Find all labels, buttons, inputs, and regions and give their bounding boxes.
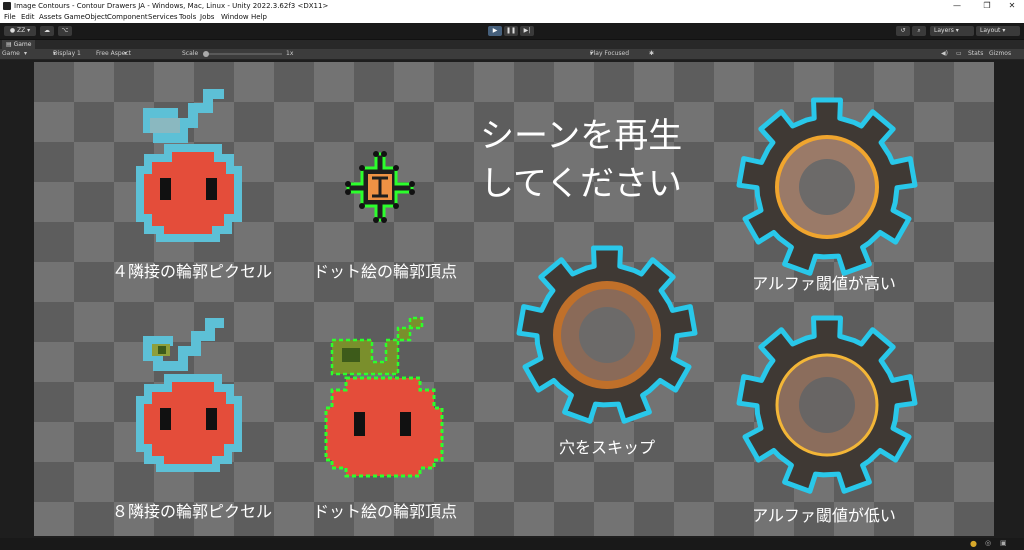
account-icon: ● (9, 27, 16, 34)
bulb-icon[interactable]: ● (970, 539, 977, 548)
gear-skip-holes (516, 245, 698, 424)
audio-icon[interactable]: ◀) (941, 49, 948, 59)
screen-icon[interactable]: ▭ (956, 49, 962, 59)
account-label: ZZ (17, 27, 26, 34)
layers-dropdown[interactable]: Layers ▾ (930, 26, 974, 36)
gear-hole (799, 159, 855, 215)
gear-hole (579, 307, 635, 363)
unity-logo-icon (3, 2, 11, 10)
menu-file[interactable]: File (4, 12, 16, 23)
layers-label: Layers (934, 27, 954, 34)
menu-window[interactable]: Window (221, 12, 249, 23)
label-4neighbor-contour: ４隣接の輪郭ピクセル (111, 262, 272, 281)
title-bar: Image Contours - Contour Drawers JA - Wi… (0, 0, 1024, 12)
menu-jobs[interactable]: Jobs (200, 12, 214, 23)
history-icon[interactable]: ↺ (896, 26, 910, 36)
tab-game[interactable]: ▤ Game (2, 40, 36, 49)
pause-button[interactable]: ❚❚ (504, 26, 518, 36)
main-toolbar: ● ZZ ▾ ☁ ⌥ ▶ ❚❚ ▶| ↺ ⌕ Layers ▾ Layout ▾ (0, 23, 1024, 40)
menu-services[interactable]: Services (148, 12, 178, 23)
menu-component[interactable]: Component (107, 12, 148, 23)
gear-alpha-high (736, 97, 918, 276)
layout-label: Layout (980, 27, 1001, 34)
display-label: Display 1 (53, 50, 81, 57)
collab-icon[interactable]: ⌥ (58, 26, 72, 36)
stats-toggle[interactable]: Stats (968, 49, 983, 59)
notify-icon[interactable]: ▣ (1000, 539, 1007, 547)
play-prompt-line2: してください (480, 164, 682, 204)
apple-4neighbor-sprite (136, 89, 242, 242)
layout-dropdown[interactable]: Layout ▾ (976, 26, 1020, 36)
status-bar: ● ◎ ▣ (0, 538, 1024, 550)
apple-8neighbor-sprite (136, 318, 242, 472)
account-button[interactable]: ● ZZ ▾ (4, 26, 36, 36)
dot-contour-gear-sprite (345, 151, 415, 223)
gizmos-toggle[interactable]: Gizmos (989, 49, 1011, 59)
scale-slider-handle[interactable] (203, 51, 209, 57)
mute-icon[interactable]: ✱ (649, 49, 654, 59)
menu-edit[interactable]: Edit (21, 12, 35, 23)
gamepad-icon: ▤ (6, 41, 12, 48)
dot-contour-apple-sprite (324, 316, 444, 478)
scale-value: 1x (286, 50, 294, 57)
search-icon[interactable]: ⌕ (912, 26, 926, 36)
menu-assets[interactable]: Assets (39, 12, 62, 23)
play-focused-dropdown[interactable]: Play Focused ▾ (590, 49, 629, 59)
game-mode-label: Game (2, 50, 20, 57)
window-title: Image Contours - Contour Drawers JA - Wi… (14, 2, 329, 10)
label-alpha-threshold-high: アルファ閾値が高い (752, 274, 896, 293)
gear-alpha-low (736, 315, 918, 494)
sync-icon[interactable]: ◎ (985, 539, 991, 547)
step-button[interactable]: ▶| (520, 26, 534, 36)
label-skip-holes: 穴をスキップ (558, 438, 655, 457)
menu-gameobject[interactable]: GameObject (64, 12, 108, 23)
menu-help[interactable]: Help (251, 12, 267, 23)
label-dot-vertices-top: ドット絵の輪郭頂点 (312, 262, 457, 281)
tab-row: ▤ Game (0, 40, 1024, 49)
gear-hole (799, 377, 855, 433)
play-focused-label: Play Focused (590, 50, 630, 57)
scale-slider-track[interactable] (206, 53, 282, 55)
label-8neighbor-contour: ８隣接の輪郭ピクセル (111, 502, 272, 521)
scale-label: Scale (182, 50, 199, 57)
tab-game-label: Game (13, 41, 32, 48)
play-prompt-line1: シーンを再生 (480, 116, 683, 156)
label-dot-vertices-bottom: ドット絵の輪郭頂点 (312, 502, 457, 521)
label-alpha-threshold-low: アルファ閾値が低い (752, 506, 896, 525)
menu-tools[interactable]: Tools (179, 12, 196, 23)
minimize-icon[interactable]: — (945, 0, 969, 12)
game-toolbar: Game ▾ Display 1 ▾ Free Aspect ▾ Scale 1… (0, 49, 1024, 60)
play-button[interactable]: ▶ (488, 26, 502, 36)
game-viewport[interactable]: ４隣接の輪郭ピクセル ドット絵の輪郭頂点 ８隣接の輪郭ピクセル ドット絵の輪郭頂… (34, 62, 994, 536)
cloud-icon[interactable]: ☁ (40, 26, 54, 36)
maximize-icon[interactable]: ❐ (975, 0, 999, 12)
display-dropdown[interactable]: Display 1 ▾ (53, 49, 81, 59)
close-icon[interactable]: ✕ (1000, 0, 1024, 12)
